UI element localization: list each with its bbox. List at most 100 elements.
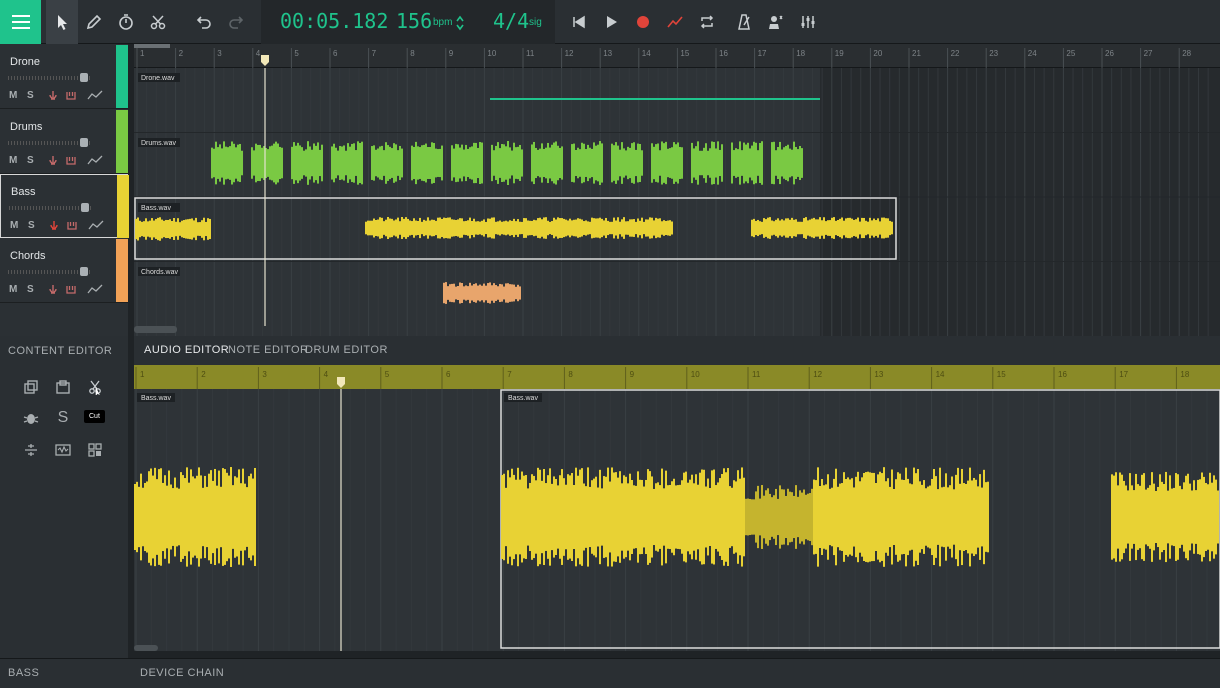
ruler-label: 14 bbox=[936, 370, 945, 379]
record-icon[interactable] bbox=[627, 0, 659, 44]
stopwatch-icon[interactable] bbox=[110, 0, 142, 44]
arm-icon[interactable] bbox=[49, 220, 59, 231]
automation-lane-icon[interactable] bbox=[87, 284, 103, 295]
split-icon[interactable] bbox=[20, 439, 42, 461]
metronome-icon[interactable] bbox=[728, 0, 760, 44]
pencil-icon[interactable] bbox=[78, 0, 110, 44]
editor-playhead-marker[interactable] bbox=[337, 377, 345, 388]
monitor-icon[interactable] bbox=[67, 220, 77, 231]
drum-hit[interactable] bbox=[331, 141, 363, 185]
redo-icon[interactable] bbox=[220, 0, 252, 44]
arm-icon[interactable] bbox=[48, 155, 58, 166]
editor-wave-segment[interactable] bbox=[501, 467, 745, 567]
skip-back-icon[interactable] bbox=[563, 0, 595, 44]
automation-lane-icon[interactable] bbox=[87, 155, 103, 166]
bug-icon[interactable] bbox=[20, 407, 42, 429]
monitor-icon[interactable] bbox=[66, 155, 76, 166]
arm-icon[interactable] bbox=[48, 90, 58, 101]
ruler-label: 8 bbox=[568, 370, 573, 379]
volume-fader[interactable] bbox=[9, 203, 91, 212]
automation-icon[interactable] bbox=[659, 0, 691, 44]
play-icon[interactable] bbox=[595, 0, 627, 44]
ruler-label: 2 bbox=[179, 49, 184, 58]
drum-hit[interactable] bbox=[251, 141, 283, 185]
editor-scrollbar[interactable] bbox=[134, 645, 158, 651]
drum-hit[interactable] bbox=[211, 141, 243, 185]
transport-display: 00:05.182 156 bpm 4/4 sig bbox=[261, 0, 555, 44]
audio-editor-ruler[interactable]: 1 2 3 4 5 6 7 8 9 10 11 12 13 14 15 16 17 18 bbox=[134, 365, 1220, 389]
drum-hit[interactable] bbox=[531, 141, 563, 185]
ruler-label: 10 bbox=[487, 49, 496, 58]
tab-note-editor[interactable]: NOTE EDITOR bbox=[228, 344, 308, 356]
monitor-icon[interactable] bbox=[66, 90, 76, 101]
device-chain-label[interactable]: DEVICE CHAIN bbox=[140, 667, 224, 679]
horizontal-scrollbar[interactable] bbox=[134, 326, 177, 333]
signature-value[interactable]: 4/4 bbox=[493, 9, 529, 33]
fader-knob[interactable] bbox=[80, 203, 89, 212]
tab-audio-editor[interactable]: AUDIO EDITOR bbox=[144, 344, 229, 356]
ruler-label: 18 bbox=[1180, 370, 1189, 379]
s-icon[interactable]: S bbox=[52, 407, 74, 429]
fader-knob[interactable] bbox=[79, 266, 88, 276]
drum-hit[interactable] bbox=[571, 141, 603, 185]
volume-fader[interactable] bbox=[8, 266, 90, 276]
fader-knob[interactable] bbox=[79, 137, 88, 147]
drum-hit[interactable] bbox=[651, 141, 683, 185]
track-header-chords[interactable]: Chords M S bbox=[0, 238, 128, 303]
track-header-bass[interactable]: Bass M S bbox=[0, 174, 129, 238]
scissors-icon[interactable] bbox=[142, 0, 174, 44]
track-header-drone[interactable]: Drone M S bbox=[0, 45, 128, 109]
clip-label: Drums.wav bbox=[141, 140, 177, 147]
ruler-label: 5 bbox=[385, 370, 390, 379]
solo-button[interactable]: S bbox=[27, 284, 34, 295]
drum-hit[interactable] bbox=[451, 142, 483, 184]
ruler-label: 12 bbox=[565, 49, 574, 58]
ruler-label: 1 bbox=[140, 370, 145, 379]
solo-button[interactable]: S bbox=[27, 90, 34, 101]
playhead-marker[interactable] bbox=[261, 55, 269, 66]
mute-button[interactable]: M bbox=[10, 220, 18, 231]
editor-wave-segment[interactable] bbox=[745, 485, 813, 549]
duplicate-icon[interactable] bbox=[20, 376, 42, 398]
automation-lane-icon[interactable] bbox=[88, 220, 104, 231]
mute-button[interactable]: M bbox=[9, 284, 17, 295]
arm-icon[interactable] bbox=[48, 284, 58, 295]
bounce-icon[interactable] bbox=[52, 439, 74, 461]
editor-wave-segment[interactable] bbox=[1111, 471, 1219, 563]
timeline-ruler[interactable]: 1 2 3 4 5 6 7 8 9 10 11 12 13 14 15 16 17 18 19 20 21 22 23 24 2… bbox=[134, 44, 1220, 68]
undo-icon[interactable] bbox=[188, 0, 220, 44]
automation-lane-icon[interactable] bbox=[87, 90, 103, 101]
cut-icon[interactable] bbox=[84, 376, 106, 398]
drum-hit[interactable] bbox=[731, 141, 763, 185]
fader-knob[interactable] bbox=[79, 73, 88, 82]
mixer-icon[interactable] bbox=[792, 0, 824, 44]
drum-hit[interactable] bbox=[411, 141, 443, 185]
solo-button[interactable]: S bbox=[27, 155, 34, 166]
audio-editor-grid[interactable]: Bass.wav Bass.wav bbox=[134, 389, 1220, 651]
monitor-icon[interactable] bbox=[66, 284, 76, 295]
drum-hit[interactable] bbox=[611, 142, 643, 184]
mute-button[interactable]: M bbox=[9, 90, 17, 101]
drum-hit[interactable] bbox=[771, 141, 803, 185]
drum-hit[interactable] bbox=[291, 141, 323, 185]
menu-icon[interactable] bbox=[0, 0, 41, 44]
bass-wave-segment[interactable] bbox=[365, 217, 673, 239]
editor-wave-segment[interactable] bbox=[134, 467, 256, 567]
quantize-icon[interactable] bbox=[84, 439, 106, 461]
volume-fader[interactable] bbox=[8, 73, 90, 82]
count-in-icon[interactable] bbox=[760, 0, 792, 44]
pointer-icon[interactable] bbox=[46, 0, 78, 44]
paste-icon[interactable] bbox=[52, 376, 74, 398]
drum-hit[interactable] bbox=[491, 141, 523, 185]
bpm-stepper-icon[interactable] bbox=[455, 14, 465, 32]
volume-fader[interactable] bbox=[8, 137, 90, 147]
bpm-value[interactable]: 156 bbox=[396, 9, 432, 33]
bass-wave-segment[interactable] bbox=[751, 217, 893, 239]
arrangement-grid[interactable]: Drone.wav Drums.wav Bass.wav Chords.wav bbox=[134, 68, 1220, 336]
track-header-drums[interactable]: Drums M S bbox=[0, 109, 128, 174]
drum-hit[interactable] bbox=[691, 141, 723, 185]
mute-button[interactable]: M bbox=[9, 155, 17, 166]
loop-icon[interactable] bbox=[691, 0, 723, 44]
tab-drum-editor[interactable]: DRUM EDITOR bbox=[305, 344, 388, 356]
solo-button[interactable]: S bbox=[28, 220, 35, 231]
